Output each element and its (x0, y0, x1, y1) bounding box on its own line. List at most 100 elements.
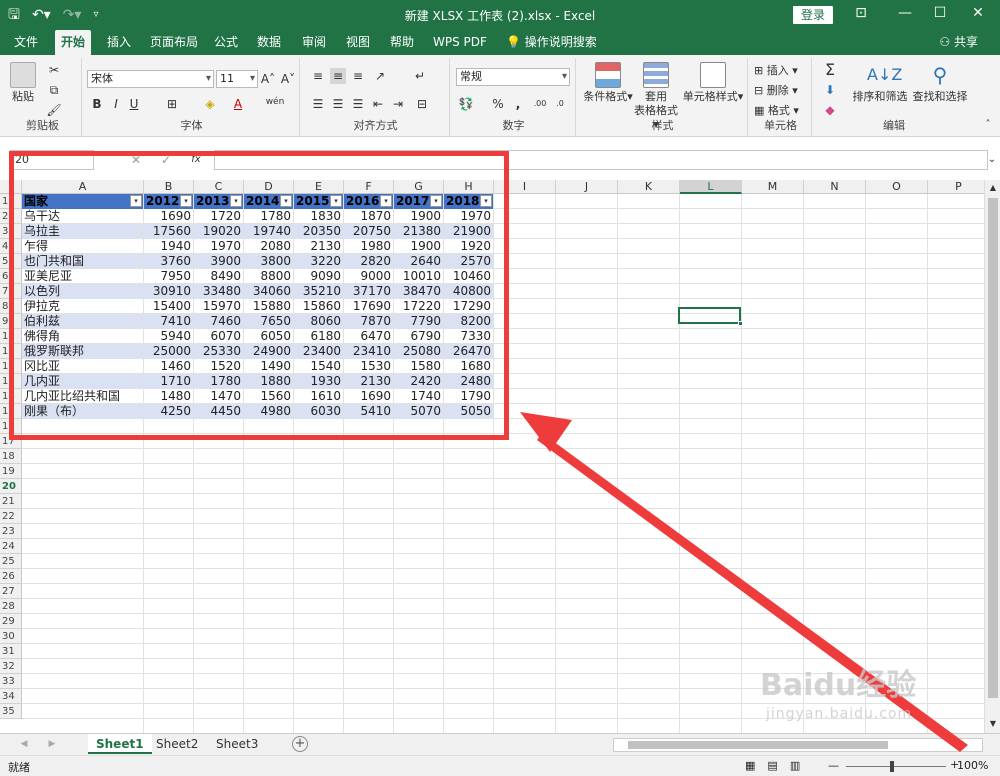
copy-icon[interactable]: ⧉ (46, 82, 62, 98)
column-header-j[interactable]: J (556, 180, 618, 194)
increase-font-icon[interactable]: A˄ (260, 71, 276, 87)
row-header-20[interactable]: 20 (0, 479, 22, 494)
underline-icon[interactable]: U (126, 96, 142, 112)
row-header-35[interactable]: 35 (0, 704, 22, 719)
row-header-27[interactable]: 27 (0, 584, 22, 599)
vertical-scrollbar[interactable]: ▲ ▼ (984, 180, 1000, 733)
autosum-icon[interactable]: Σ (822, 62, 838, 78)
align-left-icon[interactable]: ☰ (310, 96, 326, 112)
percent-icon[interactable]: % (490, 96, 506, 112)
row-header-31[interactable]: 31 (0, 644, 22, 659)
tab-help[interactable]: 帮助 (384, 30, 420, 55)
format-cells-button[interactable]: ▦ 格式 ▾ (754, 104, 799, 118)
column-header-l[interactable]: L (680, 180, 742, 194)
clear-icon[interactable]: ◆ (822, 102, 838, 118)
row-header-23[interactable]: 23 (0, 524, 22, 539)
sheet-tab-3[interactable]: Sheet3 (208, 734, 266, 754)
font-name-select[interactable]: 宋体 ▾ (87, 70, 214, 88)
prev-sheet-icon[interactable]: ◀ (16, 736, 32, 752)
row-header-18[interactable]: 18 (0, 449, 22, 464)
comma-style-icon[interactable]: , (510, 96, 526, 112)
sheet-tab-1[interactable]: Sheet1 (88, 734, 152, 754)
tab-data[interactable]: 数据 (251, 30, 287, 55)
expand-formula-icon[interactable]: ⌄ (984, 152, 1000, 168)
tab-wps-pdf[interactable]: WPS PDF (427, 30, 493, 55)
find-select-button[interactable]: ⚲ 查找和选择 (908, 62, 972, 104)
align-center-icon[interactable]: ☰ (330, 96, 346, 112)
horizontal-scrollbar[interactable] (613, 738, 983, 752)
column-header-n[interactable]: N (804, 180, 866, 194)
decrease-font-icon[interactable]: A˅ (280, 71, 296, 87)
row-header-30[interactable]: 30 (0, 629, 22, 644)
number-format-select[interactable]: 常规 ▾ (456, 68, 570, 86)
tab-view[interactable]: 视图 (340, 30, 376, 55)
page-break-view-icon[interactable]: ▥ (790, 759, 800, 772)
ribbon-display-icon[interactable]: ⊡ (851, 5, 871, 21)
active-cell-l20[interactable] (678, 307, 743, 326)
row-header-19[interactable]: 19 (0, 464, 22, 479)
close-button[interactable]: ✕ (968, 5, 988, 21)
page-layout-view-icon[interactable]: ▤ (767, 759, 777, 772)
conditional-formatting-button[interactable]: 条件格式▾ (582, 62, 634, 104)
format-painter-icon[interactable]: 🖌 (46, 102, 62, 118)
font-color-icon[interactable]: A (230, 96, 246, 112)
align-top-icon[interactable]: ≡ (310, 68, 326, 84)
zoom-knob[interactable] (890, 761, 894, 772)
border-icon[interactable]: ⊞ (164, 96, 180, 112)
maximize-button[interactable]: ☐ (930, 5, 950, 21)
share-button[interactable]: ⚇ 共享 (939, 30, 978, 54)
zoom-out-icon[interactable]: — (828, 759, 839, 772)
column-header-o[interactable]: O (866, 180, 928, 194)
row-header-29[interactable]: 29 (0, 614, 22, 629)
scroll-down-icon[interactable]: ▼ (985, 716, 1000, 732)
row-header-25[interactable]: 25 (0, 554, 22, 569)
currency-icon[interactable]: 💱 (458, 96, 474, 112)
italic-icon[interactable]: I (108, 96, 124, 112)
decrease-decimal-icon[interactable]: .0 (552, 96, 568, 112)
next-sheet-icon[interactable]: ▶ (44, 736, 60, 752)
tab-review[interactable]: 审阅 (296, 30, 332, 55)
row-header-26[interactable]: 26 (0, 569, 22, 584)
vertical-scroll-thumb[interactable] (988, 198, 998, 698)
merge-center-icon[interactable]: ⊟ (414, 96, 430, 112)
delete-cells-button[interactable]: ⊟ 删除 ▾ (754, 84, 798, 98)
sheet-tab-2[interactable]: Sheet2 (148, 734, 206, 754)
insert-cells-button[interactable]: ⊞ 插入 ▾ (754, 64, 798, 78)
row-header-33[interactable]: 33 (0, 674, 22, 689)
increase-decimal-icon[interactable]: .00 (532, 96, 548, 112)
align-bottom-icon[interactable]: ≡ (350, 68, 366, 84)
orientation-icon[interactable]: ↗ (372, 68, 388, 84)
fill-icon[interactable]: ⬇ (822, 82, 838, 98)
collapse-ribbon-icon[interactable]: ˄ (980, 117, 996, 133)
normal-view-icon[interactable]: ▦ (745, 759, 755, 772)
tell-me-search[interactable]: 💡 操作说明搜索 (500, 30, 603, 55)
horizontal-scroll-thumb[interactable] (628, 741, 888, 749)
add-sheet-button[interactable]: + (292, 736, 308, 752)
decrease-indent-icon[interactable]: ⇤ (370, 96, 386, 112)
row-header-34[interactable]: 34 (0, 689, 22, 704)
zoom-level[interactable]: 100% (957, 759, 988, 772)
tab-insert[interactable]: 插入 (101, 30, 137, 55)
fill-color-icon[interactable]: ◈ (202, 96, 218, 112)
row-header-24[interactable]: 24 (0, 539, 22, 554)
scroll-up-icon[interactable]: ▲ (985, 180, 1000, 196)
row-header-28[interactable]: 28 (0, 599, 22, 614)
column-header-m[interactable]: M (742, 180, 804, 194)
column-header-p[interactable]: P (928, 180, 984, 194)
align-middle-icon[interactable]: ≡ (330, 68, 346, 84)
cell-styles-button[interactable]: 单元格样式▾ (682, 62, 744, 104)
sort-filter-button[interactable]: A↓Z 排序和筛选 (852, 62, 908, 104)
tab-file[interactable]: 文件 (8, 30, 44, 55)
tab-formulas[interactable]: 公式 (208, 30, 244, 55)
row-header-32[interactable]: 32 (0, 659, 22, 674)
login-button[interactable]: 登录 (793, 6, 833, 24)
row-header-22[interactable]: 22 (0, 509, 22, 524)
tab-home[interactable]: 开始 (55, 30, 92, 55)
fill-handle[interactable] (738, 321, 743, 326)
minimize-button[interactable]: — (895, 5, 915, 21)
bold-icon[interactable]: B (89, 96, 105, 112)
font-size-select[interactable]: 11 ▾ (216, 70, 258, 88)
phonetic-icon[interactable]: wén (264, 94, 286, 110)
wrap-text-icon[interactable]: ↵ (412, 68, 428, 84)
cut-icon[interactable]: ✂ (46, 62, 62, 78)
